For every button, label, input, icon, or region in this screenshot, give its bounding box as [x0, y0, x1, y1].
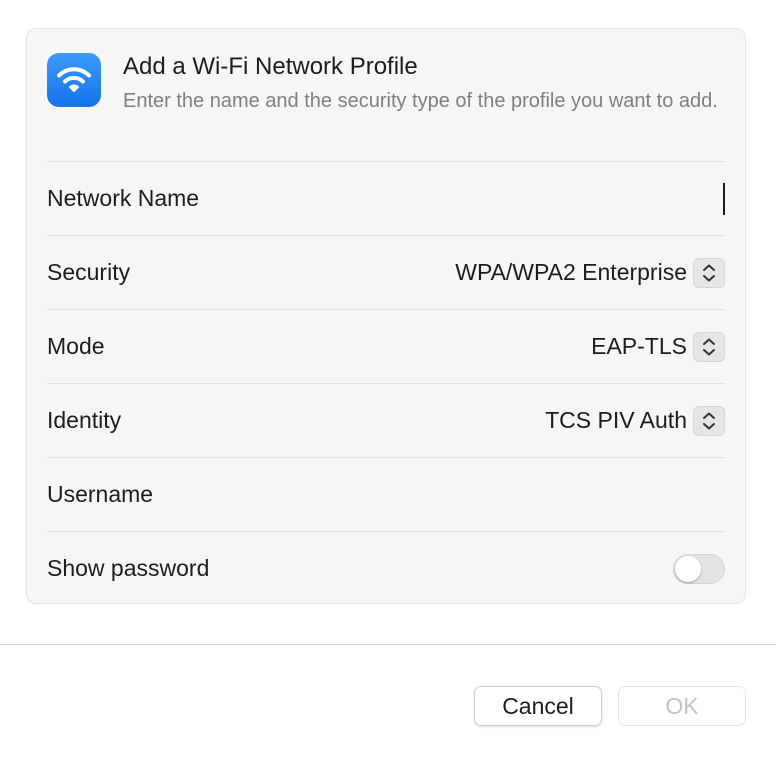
- up-down-chevron-icon[interactable]: [693, 405, 725, 436]
- up-down-chevron-icon[interactable]: [693, 257, 725, 288]
- footer-divider: [0, 644, 776, 645]
- identity-label: Identity: [47, 407, 122, 433]
- mode-row[interactable]: Mode EAP-TLS: [47, 309, 725, 383]
- text-caret: [723, 182, 725, 215]
- network-name-input[interactable]: [219, 178, 723, 219]
- identity-row[interactable]: Identity TCS PIV Auth: [47, 383, 725, 457]
- form-rows: Network Name Security WPA/WPA2 Enterpris…: [47, 161, 725, 605]
- identity-value: TCS PIV Auth: [545, 407, 687, 433]
- mode-select[interactable]: EAP-TLS: [591, 331, 725, 362]
- security-value: WPA/WPA2 Enterprise: [455, 259, 687, 285]
- show-password-toggle[interactable]: [673, 553, 725, 584]
- network-name-label: Network Name: [47, 185, 200, 211]
- dialog-title: Add a Wi-Fi Network Profile: [123, 53, 418, 80]
- username-input[interactable]: [173, 474, 725, 515]
- cancel-button[interactable]: Cancel: [474, 686, 602, 726]
- up-down-chevron-icon[interactable]: [693, 331, 725, 362]
- security-select[interactable]: WPA/WPA2 Enterprise: [455, 257, 725, 288]
- mode-label: Mode: [47, 333, 105, 359]
- username-label: Username: [47, 481, 154, 507]
- security-label: Security: [47, 259, 131, 285]
- profile-form-card: Add a Wi-Fi Network Profile Enter the na…: [26, 28, 746, 604]
- mode-value: EAP-TLS: [591, 333, 687, 359]
- ok-button[interactable]: OK: [618, 686, 746, 726]
- identity-select[interactable]: TCS PIV Auth: [545, 405, 725, 436]
- show-password-row: Show password: [47, 531, 725, 605]
- dialog-header: Add a Wi-Fi Network Profile Enter the na…: [47, 51, 725, 161]
- dialog-subtitle: Enter the name and the security type of …: [123, 90, 718, 112]
- network-name-row: Network Name: [47, 161, 725, 235]
- security-row[interactable]: Security WPA/WPA2 Enterprise: [47, 235, 725, 309]
- username-row: Username: [47, 457, 725, 531]
- toggle-knob: [675, 555, 701, 582]
- wifi-icon: [47, 53, 101, 107]
- show-password-label: Show password: [47, 555, 210, 581]
